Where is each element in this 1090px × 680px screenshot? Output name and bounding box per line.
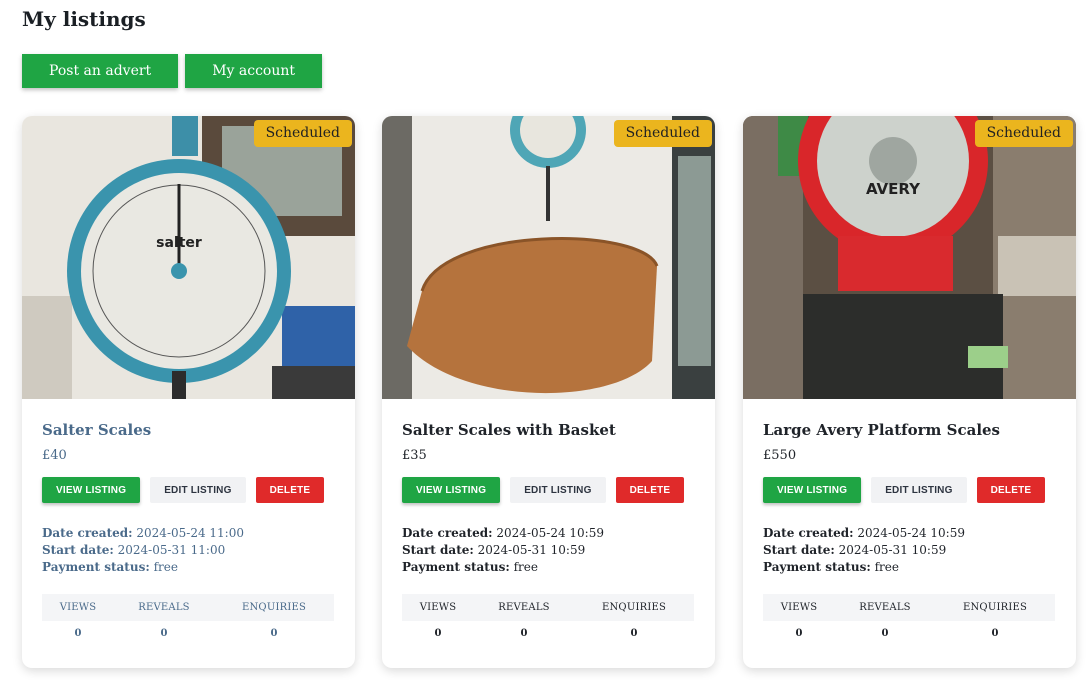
enquiries-label: ENQUIRIES [601, 602, 667, 613]
date-created-label: Date created: [42, 526, 133, 540]
payment-status-label: Payment status: [763, 560, 871, 574]
view-listing-button[interactable]: VIEW LISTING [402, 477, 501, 503]
listing-stats: VIEWS 0 REVEALS 0 ENQUIRIES 0 [42, 594, 334, 650]
listing-meta: Date created: 2024-05-24 11:00 Start dat… [42, 525, 244, 576]
views-count: 0 [74, 628, 82, 639]
reveals-count: 0 [881, 628, 889, 639]
listing-price: £35 [402, 448, 427, 463]
listing-price: £550 [763, 448, 797, 463]
date-created-value: 2024-05-24 11:00 [136, 526, 244, 540]
reveals-count: 0 [160, 628, 168, 639]
enquiries-count: 0 [270, 628, 278, 639]
listing-card: Scheduled Salter Scales with Basket £35 … [382, 116, 715, 668]
start-date-value: 2024-05-31 11:00 [117, 543, 226, 557]
payment-status-label: Payment status: [402, 560, 510, 574]
listing-meta: Date created: 2024-05-24 10:59 Start dat… [763, 525, 965, 576]
payment-status-value: free [153, 560, 178, 574]
enquiries-count: 0 [630, 628, 638, 639]
date-created-value: 2024-05-24 10:59 [857, 526, 965, 540]
delete-listing-button[interactable]: DELETE [615, 477, 685, 503]
reveals-count: 0 [520, 628, 528, 639]
status-badge: Scheduled [974, 120, 1073, 147]
reveals-label: REVEALS [498, 602, 550, 613]
listing-stats: VIEWS 0 REVEALS 0 ENQUIRIES 0 [763, 594, 1055, 650]
enquiries-label: ENQUIRIES [241, 602, 307, 613]
avery-brand-text: AVERY [866, 180, 921, 198]
listing-photo[interactable]: Scheduled [382, 116, 715, 399]
page-title: My listings [22, 7, 146, 31]
top-actions: Post an advert My account [22, 54, 322, 88]
start-date-value: 2024-05-31 10:59 [477, 543, 586, 557]
view-listing-button[interactable]: VIEW LISTING [763, 477, 862, 503]
start-date-value: 2024-05-31 10:59 [838, 543, 947, 557]
date-created-label: Date created: [402, 526, 493, 540]
listing-stats: VIEWS 0 REVEALS 0 ENQUIRIES 0 [402, 594, 694, 650]
delete-listing-button[interactable]: DELETE [976, 477, 1046, 503]
listing-title[interactable]: Salter Scales with Basket [402, 421, 616, 439]
status-badge: Scheduled [613, 120, 712, 147]
start-date-label: Start date: [402, 543, 474, 557]
edit-listing-button[interactable]: EDIT LISTING [150, 477, 246, 503]
listing-actions: VIEW LISTING EDIT LISTING DELETE [402, 477, 685, 503]
listing-title[interactable]: Large Avery Platform Scales [763, 421, 1000, 439]
views-label: VIEWS [780, 602, 818, 613]
date-created-value: 2024-05-24 10:59 [496, 526, 604, 540]
my-account-button[interactable]: My account [185, 54, 322, 88]
enquiries-label: ENQUIRIES [962, 602, 1028, 613]
start-date-label: Start date: [763, 543, 835, 557]
enquiries-count: 0 [991, 628, 999, 639]
listing-card: salter Scheduled Salter Scales £40 VIEW … [22, 116, 355, 668]
post-advert-button[interactable]: Post an advert [22, 54, 179, 88]
views-label: VIEWS [59, 602, 97, 613]
status-badge: Scheduled [253, 120, 352, 147]
date-created-label: Date created: [763, 526, 854, 540]
payment-status-label: Payment status: [42, 560, 150, 574]
payment-status-value: free [874, 560, 899, 574]
view-listing-button[interactable]: VIEW LISTING [42, 477, 141, 503]
listing-photo[interactable]: AVERY Scheduled [743, 116, 1076, 399]
views-label: VIEWS [419, 602, 457, 613]
start-date-label: Start date: [42, 543, 114, 557]
listing-price: £40 [42, 448, 67, 463]
listing-title-link[interactable]: Salter Scales [42, 421, 151, 439]
views-count: 0 [795, 628, 803, 639]
listing-actions: VIEW LISTING EDIT LISTING DELETE [42, 477, 325, 503]
listing-meta: Date created: 2024-05-24 10:59 Start dat… [402, 525, 604, 576]
reveals-label: REVEALS [859, 602, 911, 613]
reveals-label: REVEALS [138, 602, 190, 613]
edit-listing-button[interactable]: EDIT LISTING [510, 477, 606, 503]
payment-status-value: free [513, 560, 538, 574]
listing-actions: VIEW LISTING EDIT LISTING DELETE [763, 477, 1046, 503]
delete-listing-button[interactable]: DELETE [255, 477, 325, 503]
edit-listing-button[interactable]: EDIT LISTING [871, 477, 967, 503]
listing-photo[interactable]: salter Scheduled [22, 116, 355, 399]
listing-card: AVERY Scheduled Large Avery Platform Sca… [743, 116, 1076, 668]
views-count: 0 [434, 628, 442, 639]
